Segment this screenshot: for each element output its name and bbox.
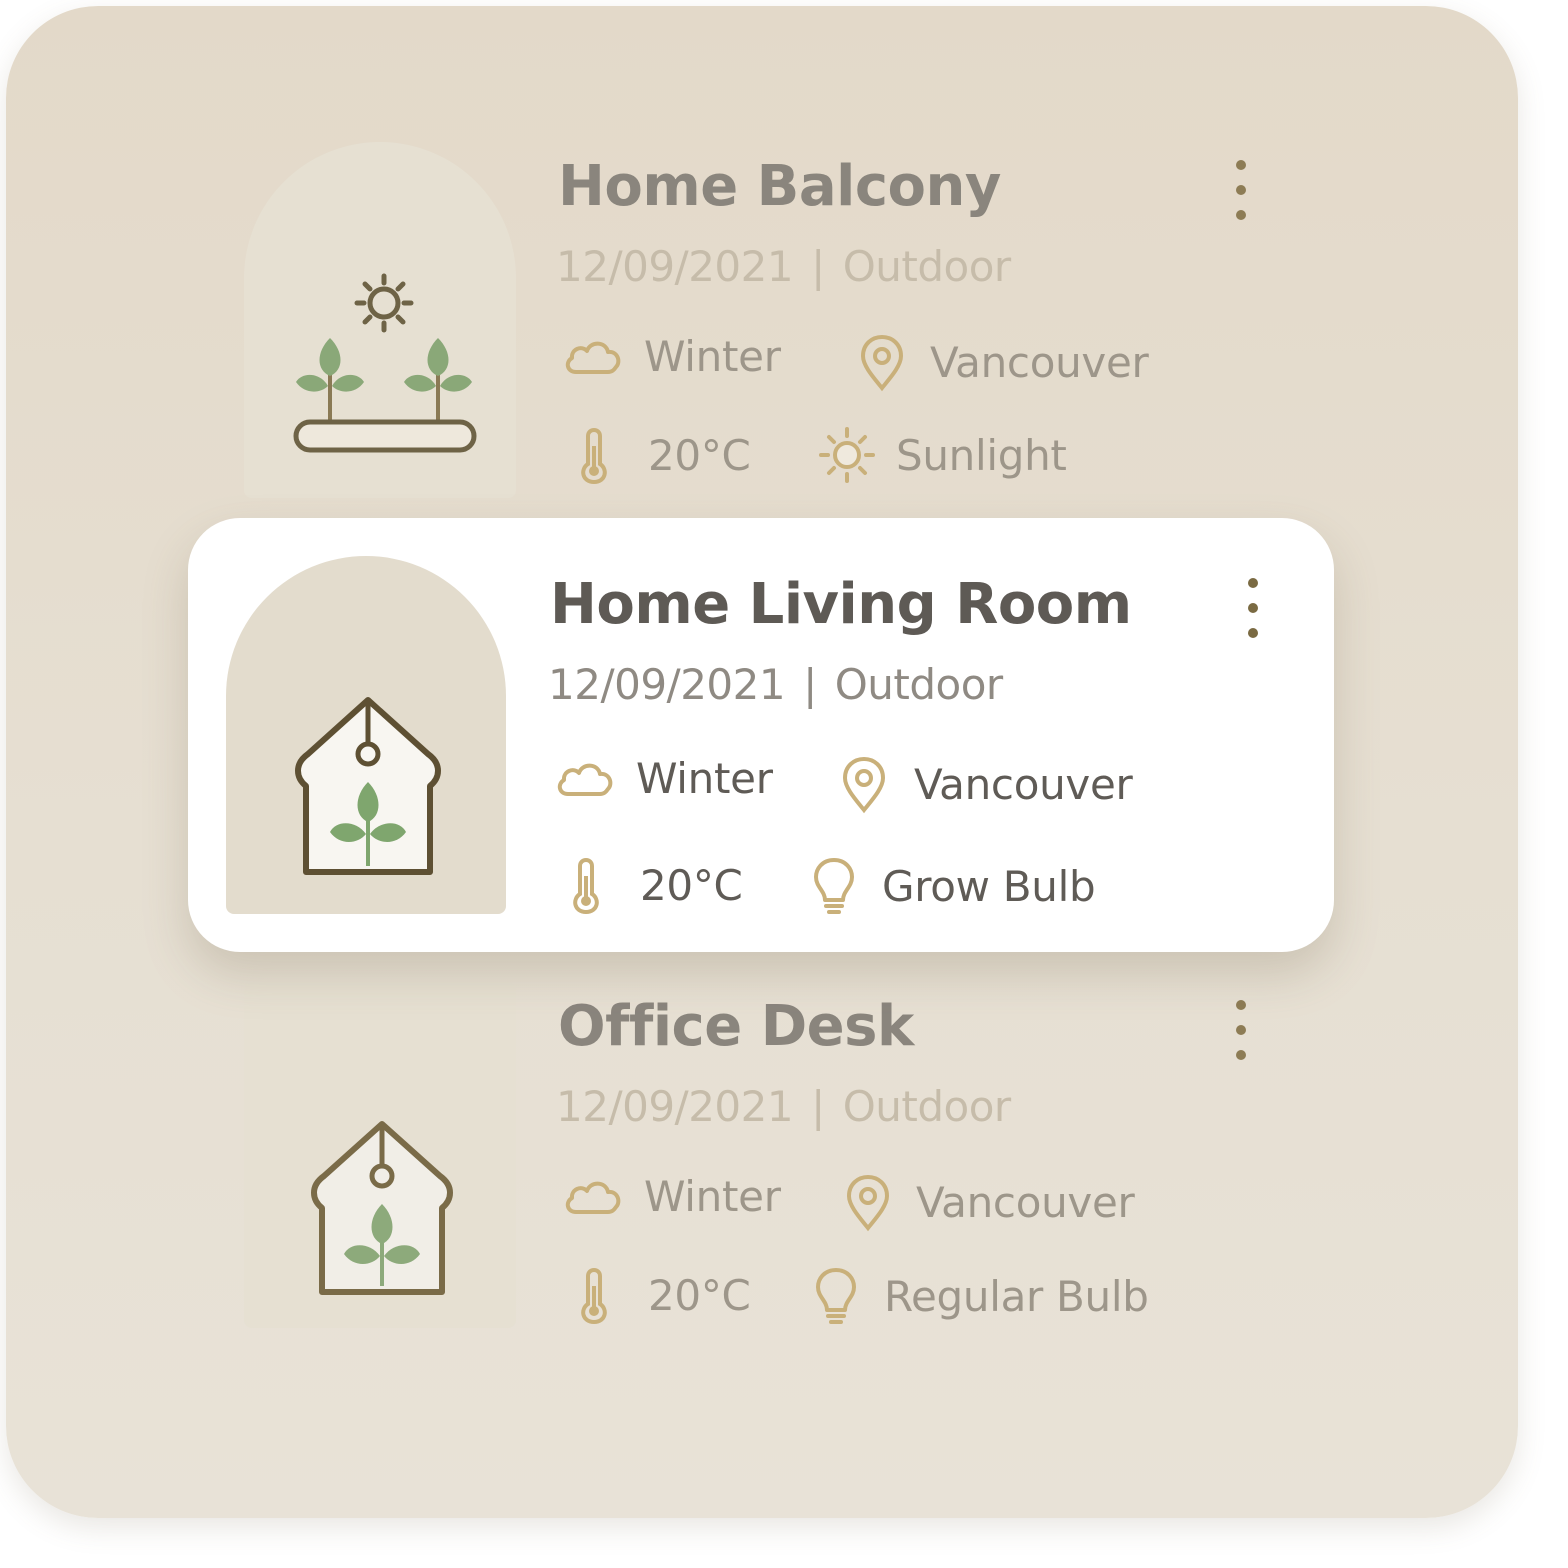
- card-meta: 12/09/2021 | Outdoor: [556, 1082, 1011, 1131]
- location-card-home-living-room[interactable]: Home Living Room 12/09/2021 | Outdoor Wint…: [188, 518, 1334, 952]
- location-card-office-desk[interactable]: Office Desk 12/09/2021 | Outdoor Winter Va…: [6, 966, 1518, 1486]
- kebab-dot: [1236, 1000, 1246, 1010]
- temperature-attribute: 20°C: [574, 1264, 751, 1326]
- location-card-home-balcony[interactable]: Home Balcony 12/09/2021 | Outdoor Winter V…: [6, 6, 1518, 516]
- city-attribute: Vancouver: [842, 1172, 1135, 1232]
- sun-icon: [819, 427, 875, 483]
- light-label: Grow Bulb: [882, 861, 1096, 911]
- card-date: 12/09/2021: [548, 660, 786, 709]
- season-label: Winter: [644, 1172, 781, 1221]
- kebab-dot: [1248, 628, 1258, 638]
- meta-separator: |: [811, 242, 825, 291]
- greenhouse-plant-icon: [295, 697, 441, 875]
- location-pin-icon: [842, 756, 886, 814]
- temperature-attribute: 20°C: [566, 854, 743, 916]
- card-date: 12/09/2021: [556, 1082, 794, 1131]
- season-label: Winter: [636, 754, 773, 803]
- season-attribute: Winter: [562, 1172, 781, 1221]
- city-attribute: Vancouver: [838, 754, 1133, 814]
- kebab-dot: [1236, 210, 1246, 220]
- bulb-icon: [816, 1268, 856, 1324]
- kebab-dot: [1236, 1050, 1246, 1060]
- kebab-dot: [1236, 185, 1246, 195]
- season-attribute: Winter: [554, 754, 773, 803]
- more-options-button[interactable]: [1246, 578, 1260, 638]
- thermometer-icon: [581, 428, 607, 485]
- card-title: Office Desk: [558, 994, 914, 1059]
- light-label: Sunlight: [896, 430, 1067, 480]
- kebab-dot: [1248, 603, 1258, 613]
- card-location-type: Outdoor: [834, 660, 1003, 709]
- cloud-icon: [565, 1181, 621, 1214]
- card-title: Home Living Room: [550, 572, 1132, 637]
- light-attribute: Regular Bulb: [814, 1266, 1149, 1326]
- bulb-icon: [814, 858, 854, 914]
- location-pin-icon: [860, 334, 904, 392]
- card-meta: 12/09/2021 | Outdoor: [556, 242, 1011, 291]
- city-label: Vancouver: [916, 1177, 1135, 1227]
- meta-separator: |: [803, 660, 817, 709]
- season-attribute: Winter: [562, 332, 781, 381]
- kebab-dot: [1248, 578, 1258, 588]
- city-label: Vancouver: [914, 759, 1133, 809]
- thermometer-icon: [573, 858, 599, 915]
- location-list-panel: Home Balcony 12/09/2021 | Outdoor Winter V…: [6, 6, 1518, 1518]
- card-date: 12/09/2021: [556, 242, 794, 291]
- temperature-attribute: 20°C: [574, 424, 751, 486]
- light-label: Regular Bulb: [884, 1271, 1149, 1321]
- light-attribute: Sunlight: [818, 426, 1067, 484]
- more-options-button[interactable]: [1234, 1000, 1248, 1060]
- meta-separator: |: [811, 1082, 825, 1131]
- city-label: Vancouver: [930, 337, 1149, 387]
- light-attribute: Grow Bulb: [812, 856, 1096, 916]
- card-location-type: Outdoor: [842, 242, 1011, 291]
- city-attribute: Vancouver: [856, 332, 1149, 392]
- kebab-dot: [1236, 1025, 1246, 1035]
- greenhouse-plant-icon: [311, 1121, 453, 1295]
- cloud-icon: [565, 341, 621, 374]
- card-location-type: Outdoor: [842, 1082, 1011, 1131]
- planter-with-sun-icon: [293, 273, 477, 453]
- season-label: Winter: [644, 332, 781, 381]
- location-pin-icon: [846, 1174, 890, 1232]
- card-meta: 12/09/2021 | Outdoor: [548, 660, 1003, 709]
- more-options-button[interactable]: [1234, 160, 1248, 220]
- temperature-label: 20°C: [648, 1270, 751, 1320]
- card-title: Home Balcony: [558, 154, 1001, 219]
- kebab-dot: [1236, 160, 1246, 170]
- thermometer-icon: [581, 1268, 607, 1325]
- temperature-label: 20°C: [648, 430, 751, 480]
- cloud-icon: [557, 763, 613, 796]
- temperature-label: 20°C: [640, 860, 743, 910]
